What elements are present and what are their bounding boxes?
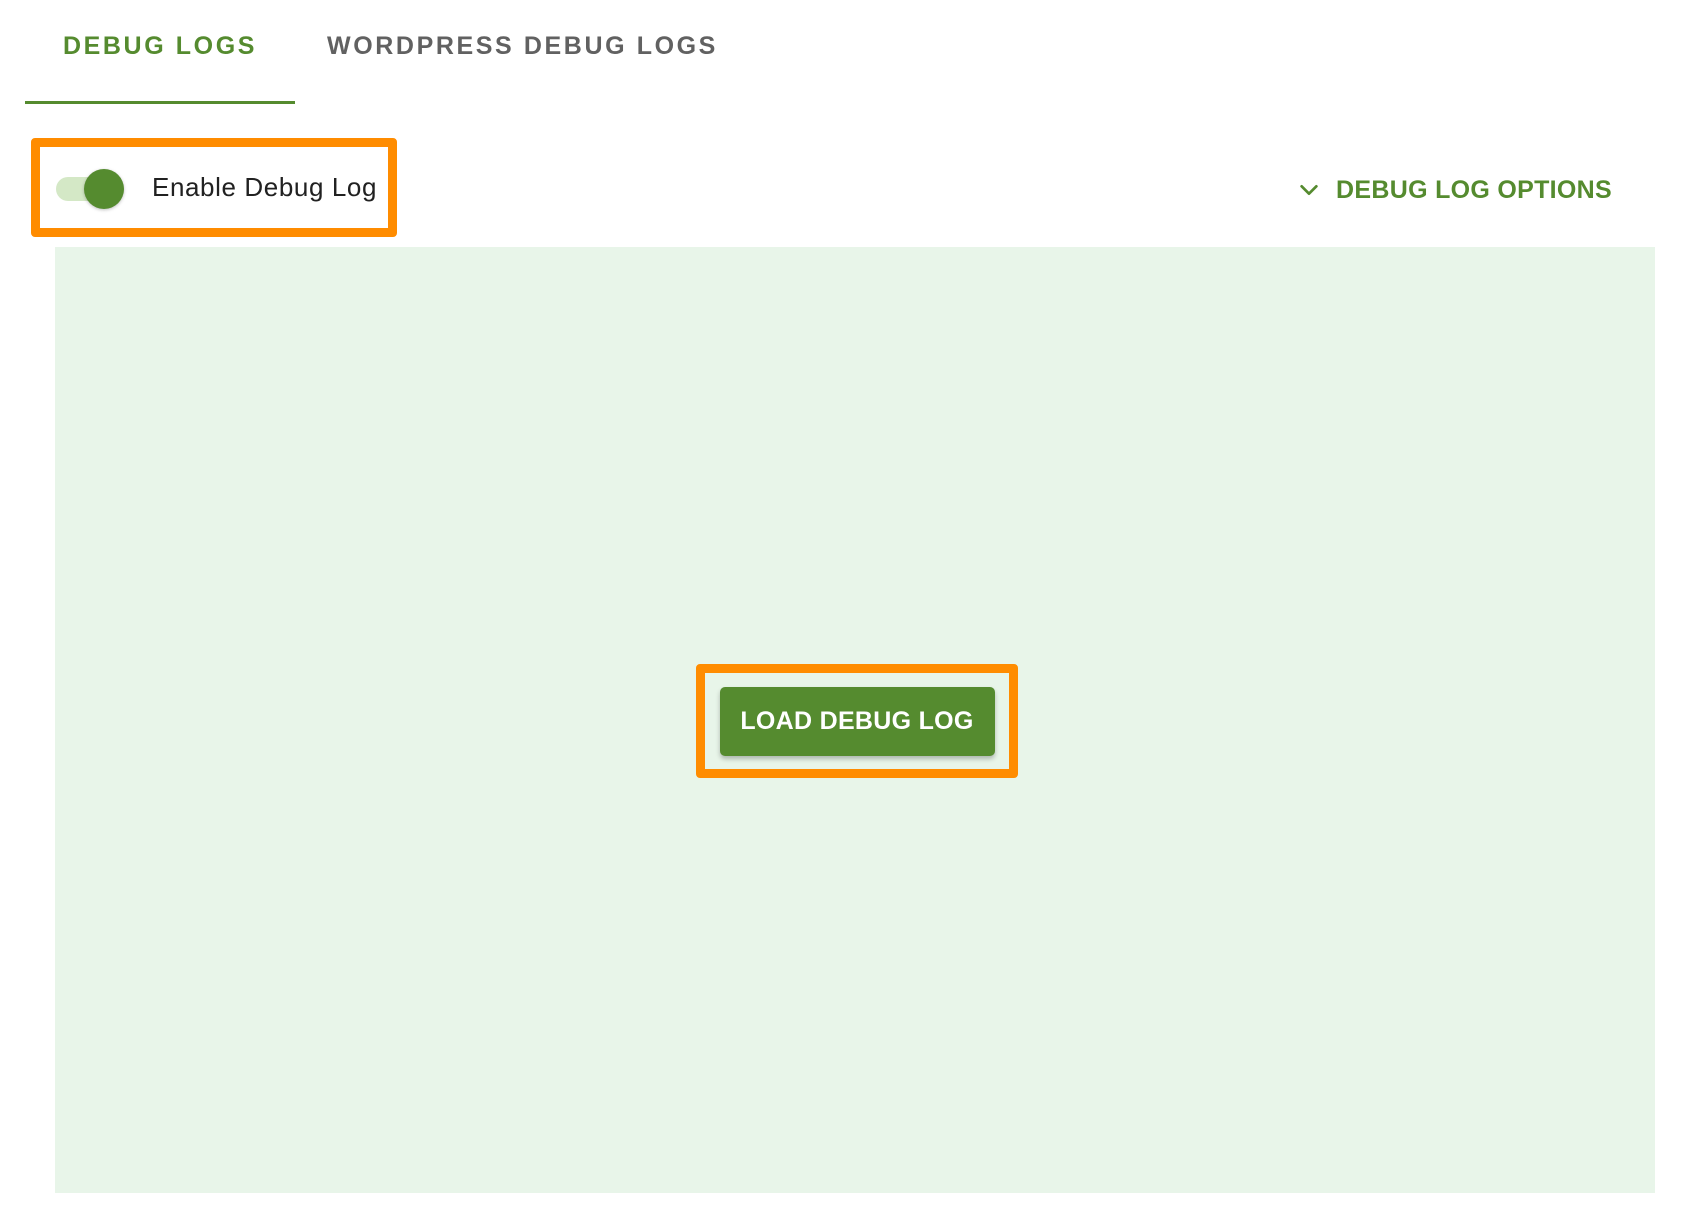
enable-debug-log-label[interactable]: Enable Debug Log <box>152 172 377 203</box>
switch-thumb[interactable] <box>84 168 124 209</box>
debug-log-page: DEBUG LOGS WORDPRESS DEBUG LOGS Enable D… <box>0 0 1682 1221</box>
debug-log-options-button[interactable]: DEBUG LOG OPTIONS <box>1298 165 1612 215</box>
load-debug-log-button[interactable]: LOAD DEBUG LOG <box>719 686 995 756</box>
debug-tabs: DEBUG LOGS WORDPRESS DEBUG LOGS <box>25 0 750 104</box>
tab-debug-logs[interactable]: DEBUG LOGS <box>25 0 295 104</box>
chevron-down-icon <box>1300 184 1318 196</box>
enable-debug-log-toggle-control[interactable]: Enable Debug Log <box>31 138 397 237</box>
load-debug-log-highlight: LOAD DEBUG LOG <box>696 664 1018 778</box>
enable-debug-log-switch[interactable] <box>56 168 124 209</box>
debug-log-options-label: DEBUG LOG OPTIONS <box>1336 175 1612 204</box>
tab-wordpress-debug-logs[interactable]: WORDPRESS DEBUG LOGS <box>295 0 750 104</box>
